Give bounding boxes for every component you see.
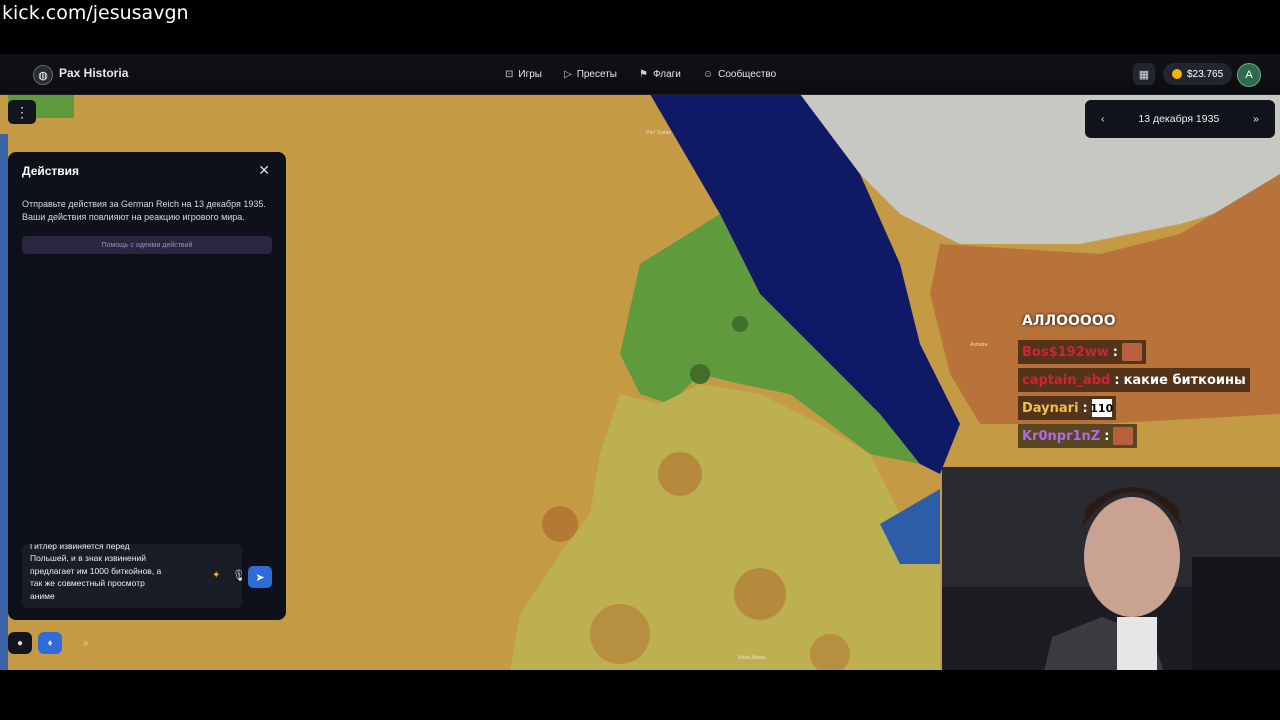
chat-message: captain_abd: какие биткоины — [1018, 368, 1250, 392]
send-button[interactable]: ➤ — [248, 566, 272, 588]
chat-username: Bos$192ww — [1022, 344, 1109, 360]
emote-icon — [1121, 343, 1142, 361]
action-input-text[interactable]: Гитлер извиняется перед Польшей, и в зна… — [30, 544, 190, 602]
bottom-bar — [0, 670, 1280, 720]
chat-username: captain_abd — [1022, 372, 1111, 388]
stream-url-bar: kick.com/jesusavgn — [0, 0, 1280, 54]
map-label-asmara: Asmara — [970, 342, 988, 348]
close-icon[interactable]: ✕ — [258, 162, 270, 179]
actions-tool-icon[interactable]: ♦ — [38, 632, 62, 654]
gamepad-icon: ⊡ — [505, 68, 514, 80]
stream-chat-overlay: АЛЛООООО Bos$192ww: captain_abd: какие б… — [1018, 309, 1280, 449]
chat-message: Daynari: 110 — [1018, 396, 1116, 420]
search-icon[interactable]: ⌕ — [74, 632, 98, 654]
chat-badge: 110 — [1090, 399, 1113, 417]
stream-url: kick.com/jesusavgn — [2, 2, 189, 24]
nav-games[interactable]: ⊡ Игры — [505, 69, 542, 80]
actions-panel: Действия ✕ Отправьте действия за German … — [8, 152, 286, 620]
chat-text: какие биткоины — [1123, 372, 1246, 388]
fast-forward-icon[interactable]: » — [1253, 113, 1259, 125]
top-nav: ◍ Pax Historia ⊡ Игры ▷ Пресеты ⚑ Флаги ☺ Со… — [0, 54, 1280, 95]
globe-logo-icon[interactable]: ◍ — [33, 65, 53, 85]
app-window: Port Sudan Asmara Addis Abeba ◍ Pax Hist… — [0, 54, 1280, 670]
flag-icon: ⚑ — [639, 68, 648, 80]
nav-links: ⊡ Игры ▷ Пресеты ⚑ Флаги ☺ Сообщество — [505, 54, 776, 94]
coin-icon — [1172, 69, 1182, 79]
gift-icon[interactable]: ▦ — [1133, 63, 1155, 85]
webcam-feed — [942, 467, 1280, 670]
bottom-toolbar: ● ♦ ⌕ — [8, 632, 98, 654]
menu-dots-icon[interactable]: ⋮ — [8, 100, 36, 124]
balance-badge[interactable]: $23.765 — [1163, 63, 1233, 85]
action-input[interactable]: Гитлер извиняется перед Польшей, и в зна… — [22, 544, 242, 608]
mic-icon[interactable]: 🎙 — [232, 569, 242, 582]
people-icon: ☺ — [702, 68, 714, 80]
panel-title: Действия — [22, 164, 80, 178]
balance-value: $23.765 — [1187, 68, 1224, 80]
map-label-port-sudan: Port Sudan — [646, 130, 672, 136]
chat-title: АЛЛООООО — [1022, 313, 1116, 329]
chat-bubble-icon[interactable]: ● — [8, 632, 32, 654]
action-ideas-button[interactable]: Помощь с идеями действий — [22, 236, 272, 254]
emote-icon — [1113, 427, 1134, 445]
chevron-left-icon[interactable]: ‹ — [1101, 113, 1105, 125]
chat-message: Kr0npr1nZ: — [1018, 424, 1138, 448]
play-icon: ▷ — [563, 68, 572, 80]
chat-message: Bos$192ww: — [1018, 340, 1146, 364]
nav-flags[interactable]: ⚑ Флаги — [639, 69, 681, 80]
panel-description: Отправьте действия за German Reich на 13… — [22, 199, 266, 222]
sparkle-icon[interactable]: ✦ — [212, 570, 220, 581]
current-date: 13 декабря 1935 — [1138, 113, 1220, 125]
brand-name[interactable]: Pax Historia — [59, 66, 128, 80]
chat-username: Daynari — [1022, 400, 1079, 416]
nav-presets[interactable]: ▷ Пресеты — [564, 69, 617, 80]
avatar[interactable]: A — [1237, 63, 1261, 87]
chat-username: Kr0npr1nZ — [1022, 428, 1101, 444]
nav-community[interactable]: ☺ Сообщество — [703, 69, 776, 80]
map-label-addis-abeba: Addis Abeba — [738, 655, 767, 661]
date-widget: ‹ 13 декабря 1935 » — [1085, 100, 1275, 138]
